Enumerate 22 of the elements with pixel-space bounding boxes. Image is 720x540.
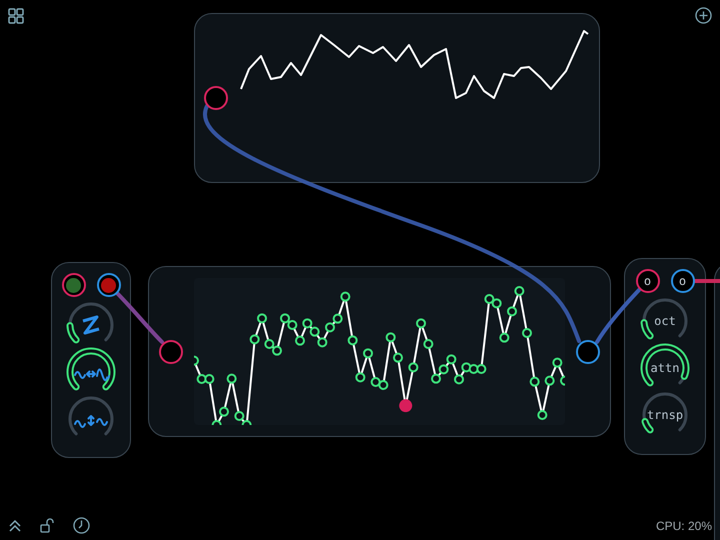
output-jack[interactable] xyxy=(576,340,600,364)
input-jack[interactable] xyxy=(62,273,86,297)
input-jack[interactable] xyxy=(159,340,183,364)
output-jack[interactable]: o xyxy=(670,269,694,293)
patch-cable xyxy=(595,288,641,344)
wave-horizontal-arrow-icon xyxy=(74,368,110,382)
unlock-icon[interactable] xyxy=(40,518,55,533)
knob[interactable]: oct xyxy=(640,296,690,346)
patch-cable xyxy=(114,290,164,344)
input-jack[interactable] xyxy=(204,86,228,110)
wave-vertical-arrow-icon xyxy=(74,415,108,428)
sawtooth-icon xyxy=(82,316,100,334)
chevrons-up-icon[interactable] xyxy=(8,518,22,532)
grid-icon[interactable] xyxy=(8,8,24,24)
patch-cable xyxy=(693,279,720,283)
input-jack[interactable]: o xyxy=(636,269,660,293)
gauge-icon[interactable] xyxy=(73,517,90,534)
knob[interactable]: trnsp xyxy=(640,390,690,440)
add-icon[interactable] xyxy=(695,7,712,24)
knob[interactable]: attn xyxy=(640,343,690,393)
output-jack[interactable] xyxy=(96,273,120,297)
cpu-usage: CPU: 20% xyxy=(656,518,712,532)
